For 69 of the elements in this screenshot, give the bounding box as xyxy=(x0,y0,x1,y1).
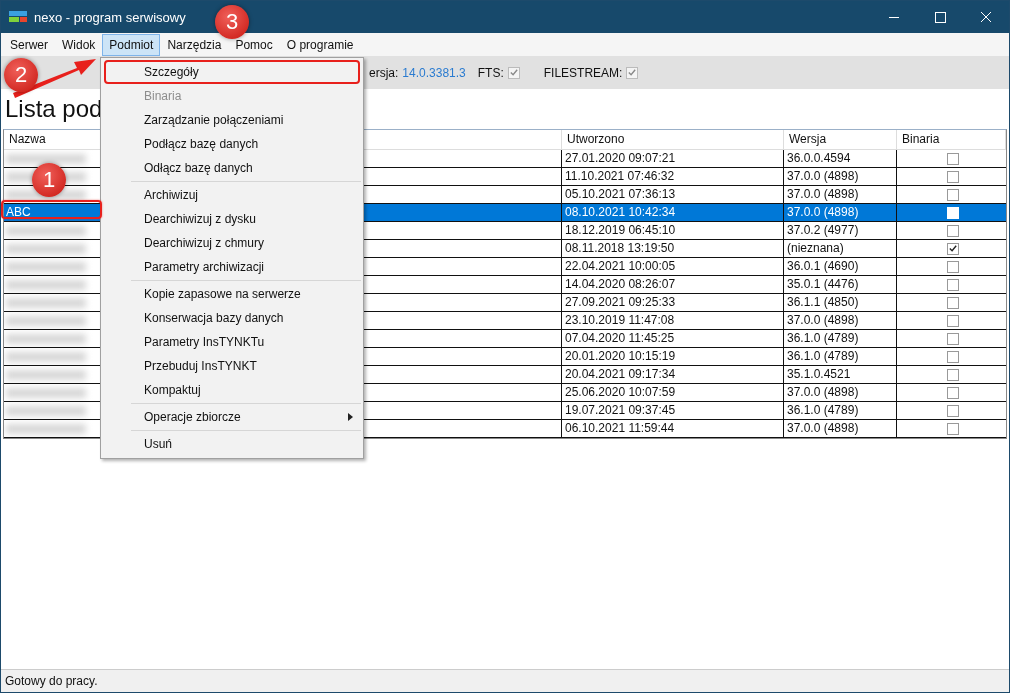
menu-item[interactable]: Archiwizuj xyxy=(101,183,363,207)
table-cell: 06.10.2021 11:59:44 xyxy=(565,420,675,437)
table-cell: 19.07.2021 09:37:45 xyxy=(565,402,676,419)
version-value: 14.0.3381.3 xyxy=(402,65,466,80)
table-cell: 07.04.2020 11:45:25 xyxy=(565,330,675,347)
table-cell: 37.0.0 (4898) xyxy=(787,420,859,437)
menu-item[interactable]: Zarządzanie połączeniami xyxy=(101,108,363,132)
binaria-checkbox[interactable] xyxy=(947,278,959,291)
table-cell: 22.04.2021 10:00:05 xyxy=(565,258,676,275)
binaria-checkbox[interactable] xyxy=(947,296,959,309)
table-cell: 36.1.1 (4850) xyxy=(787,294,859,311)
table-cell: 37.0.0 (4898) xyxy=(787,204,859,221)
table-cell: 35.0.1 (4476) xyxy=(787,276,859,293)
binaria-checkbox[interactable] xyxy=(947,350,959,363)
table-cell: 14.04.2020 08:26:07 xyxy=(565,276,676,293)
table-cell: 11.10.2021 07:46:32 xyxy=(565,168,675,185)
binaria-checkbox[interactable] xyxy=(947,422,959,435)
binaria-checkbox[interactable] xyxy=(947,242,959,255)
binaria-checkbox[interactable] xyxy=(947,404,959,417)
table-cell: 37.0.0 (4898) xyxy=(787,168,859,185)
table-cell: 27.09.2021 09:25:33 xyxy=(565,294,676,311)
table-cell: 25.06.2020 10:07:59 xyxy=(565,384,676,401)
status-text: Gotowy do pracy. xyxy=(5,674,98,688)
menu-item[interactable]: Parametry archiwizacji xyxy=(101,255,363,279)
menu-item[interactable]: Szczegóły xyxy=(104,60,360,84)
table-cell: 36.0.1 (4690) xyxy=(787,258,859,275)
column-header[interactable]: Binaria xyxy=(897,130,1006,150)
binaria-checkbox[interactable] xyxy=(947,152,959,165)
filestream-label: FILESTREAM: xyxy=(543,65,623,80)
menu-bar-item[interactable]: Widok xyxy=(55,33,103,56)
menu-bar-item[interactable]: Podmiot xyxy=(102,33,161,56)
column-header[interactable]: Wersja xyxy=(784,130,897,150)
binaria-checkbox[interactable] xyxy=(947,386,959,399)
table-cell: 36.1.0 (4789) xyxy=(787,330,859,347)
binaria-checkbox[interactable] xyxy=(947,332,959,345)
table-cell: 27.01.2020 09:07:21 xyxy=(565,150,676,167)
fts-label: FTS: xyxy=(477,65,504,80)
menu-bar-item[interactable]: Serwer xyxy=(3,33,55,56)
version-label: ersja: xyxy=(369,65,399,80)
fts-checkbox[interactable] xyxy=(507,66,520,79)
table-cell: (nieznana) xyxy=(787,240,844,257)
table-cell: 20.04.2021 09:17:34 xyxy=(565,366,676,383)
binaria-checkbox[interactable] xyxy=(947,170,959,183)
table-cell: 20.01.2020 10:15:19 xyxy=(565,348,676,365)
table-cell: 08.11.2018 13:19:50 xyxy=(565,240,675,257)
binaria-checkbox[interactable] xyxy=(947,224,959,237)
table-cell: 08.10.2021 10:42:34 xyxy=(565,204,676,221)
binaria-checkbox[interactable] xyxy=(947,260,959,273)
binaria-checkbox[interactable] xyxy=(947,188,959,201)
table-cell: 05.10.2021 07:36:13 xyxy=(565,186,676,203)
column-header[interactable]: Utworzono xyxy=(562,130,784,150)
filestream-checkbox[interactable] xyxy=(626,66,639,79)
table-cell: 37.0.0 (4898) xyxy=(787,186,859,203)
table-cell: 36.1.0 (4789) xyxy=(787,402,859,419)
binaria-checkbox[interactable] xyxy=(947,368,959,381)
table-cell: 37.0.2 (4977) xyxy=(787,222,859,239)
table-cell: 35.1.0.4521 xyxy=(787,366,851,383)
binaria-checkbox[interactable] xyxy=(947,314,959,327)
table-cell: 37.0.0 (4898) xyxy=(787,312,859,329)
table-cell: 23.10.2019 11:47:08 xyxy=(565,312,675,329)
table-cell: ABC xyxy=(6,204,31,221)
table-cell: 36.0.0.4594 xyxy=(787,150,851,167)
app-logo-icon xyxy=(9,11,27,23)
window-title: nexo - program serwisowy xyxy=(34,9,186,25)
table-cell: 37.0.0 (4898) xyxy=(787,384,859,401)
submenu-arrow-icon xyxy=(348,413,353,421)
table-cell: 36.1.0 (4789) xyxy=(787,348,859,365)
table-cell: 18.12.2019 06:45:10 xyxy=(565,222,676,239)
menu-bar-item[interactable]: O programie xyxy=(279,33,361,56)
